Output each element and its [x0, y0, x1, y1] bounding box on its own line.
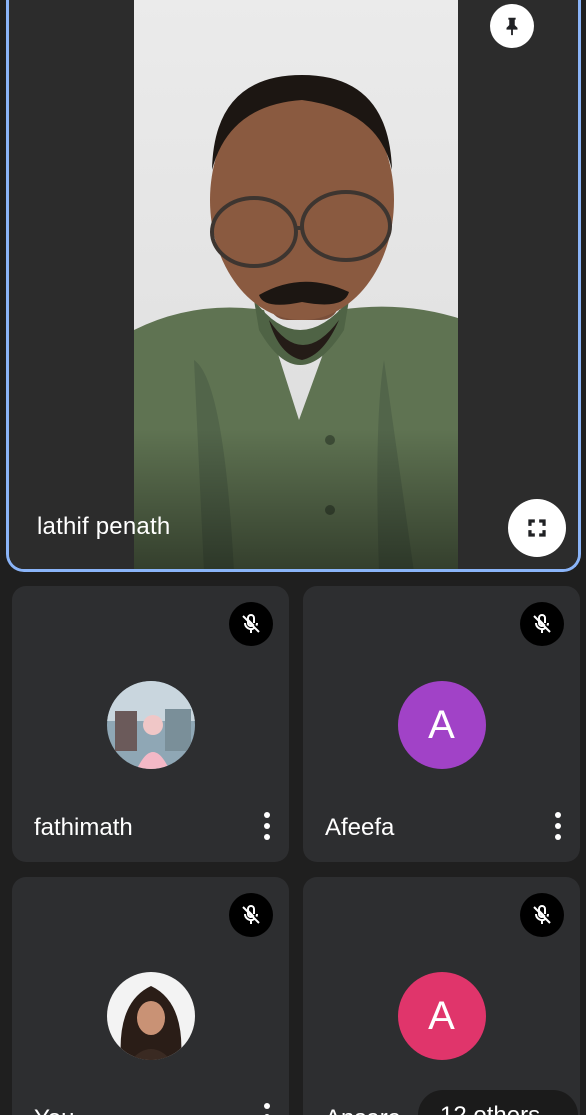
video-bottom-shade	[134, 429, 464, 569]
participant-tile[interactable]: A Ansara	[303, 877, 580, 1115]
pinned-video-tile[interactable]: lathif penath	[6, 0, 581, 572]
participant-name: Afeefa	[325, 814, 395, 841]
more-options-button[interactable]	[546, 804, 570, 848]
muted-indicator	[520, 602, 564, 646]
fullscreen-icon	[528, 519, 546, 537]
participant-name: fathimath	[34, 814, 133, 841]
muted-indicator	[229, 602, 273, 646]
others-participants-chip[interactable]: 12 others	[418, 1090, 578, 1115]
video-letterbox-right	[458, 0, 578, 569]
muted-indicator	[520, 893, 564, 937]
video-letterbox-left	[9, 0, 134, 569]
mic-off-icon	[242, 905, 260, 924]
participant-video-feed	[134, 0, 464, 569]
participant-avatar	[106, 972, 195, 1060]
participant-avatar-letter: A	[397, 681, 486, 769]
mic-off-icon	[533, 614, 551, 633]
participant-avatar-letter: A	[397, 972, 486, 1060]
avatar-photo	[106, 972, 195, 1060]
participant-tile-self[interactable]: You	[12, 877, 289, 1115]
participant-avatar	[106, 681, 195, 769]
more-options-button[interactable]	[255, 804, 279, 848]
more-vert-icon	[264, 812, 270, 818]
more-vert-icon	[264, 1103, 270, 1109]
meeting-screen: lathif penath fathimath A Afeefa A	[0, 0, 586, 1115]
avatar-photo	[106, 681, 195, 769]
pinned-participant-name: lathif penath	[37, 513, 171, 540]
participant-name: You	[34, 1105, 75, 1115]
participant-tile[interactable]: A Afeefa	[303, 586, 580, 862]
mic-off-icon	[533, 905, 551, 924]
more-options-button[interactable]	[255, 1095, 279, 1115]
more-vert-icon	[555, 812, 561, 818]
pin-icon	[506, 17, 518, 36]
fullscreen-button[interactable]	[508, 499, 566, 557]
participant-name: Ansara	[325, 1105, 401, 1115]
muted-indicator	[229, 893, 273, 937]
mic-off-icon	[242, 614, 260, 633]
participant-tile[interactable]: fathimath	[12, 586, 289, 862]
pin-button[interactable]	[490, 4, 534, 48]
